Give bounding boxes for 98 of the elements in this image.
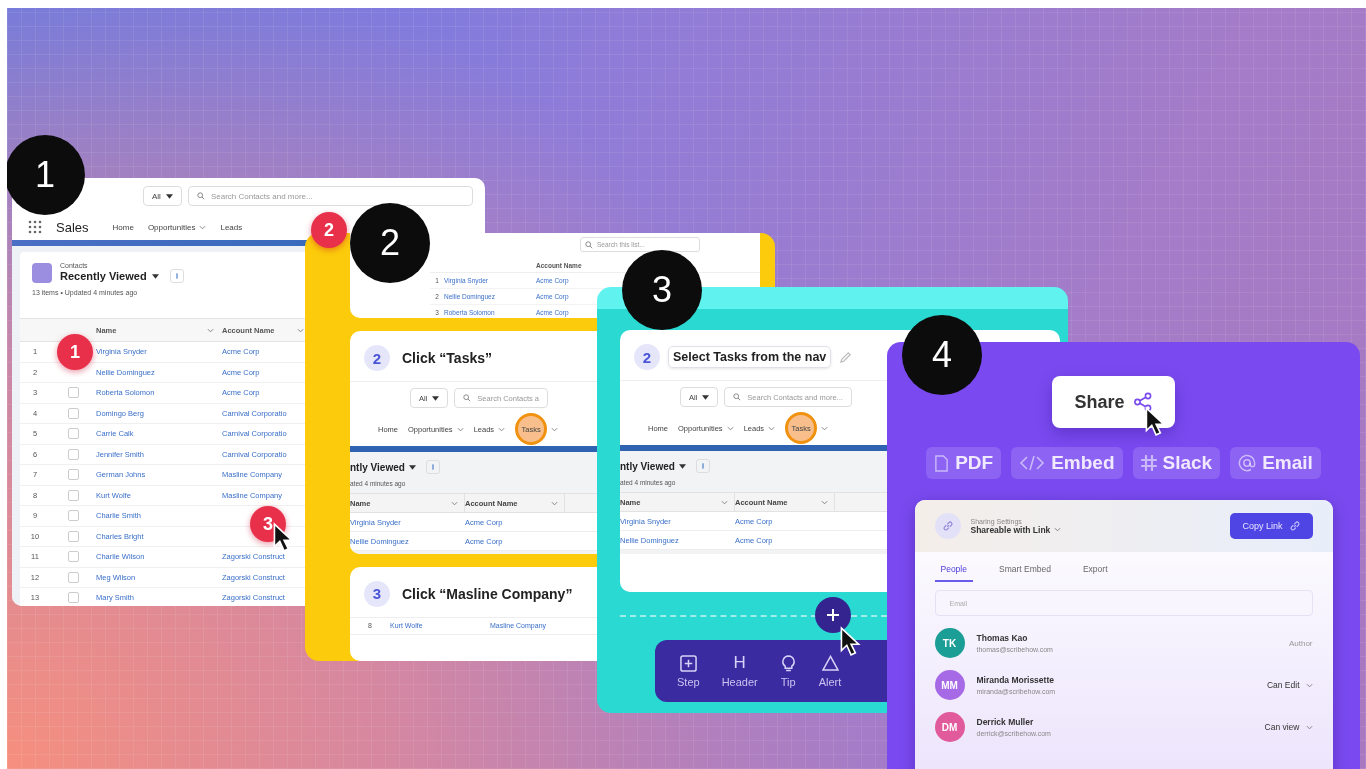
pin-icon (700, 463, 705, 469)
caret-icon (432, 395, 440, 401)
row-checkbox[interactable] (67, 448, 79, 460)
step-title: Click “Tasks” (402, 350, 492, 367)
toolbar-button[interactable]: H Header (721, 654, 758, 688)
warning-icon (821, 654, 839, 672)
nav-tab[interactable]: Home (112, 222, 134, 232)
pin-icon (174, 273, 179, 279)
person-name: Miranda Morissette (976, 675, 1055, 685)
role-label: Author (1288, 638, 1313, 648)
person-name: Derrick Muller (976, 717, 1035, 727)
add-button[interactable] (815, 597, 851, 633)
search-icon (585, 240, 593, 249)
caret-icon (702, 394, 710, 400)
step-title-field[interactable]: Select Tasks from the nav (668, 346, 832, 368)
row-checkbox[interactable] (67, 592, 79, 604)
panel-tab[interactable]: Smart Embed (992, 564, 1057, 582)
hash-icon (1140, 455, 1157, 471)
list-view-title[interactable]: Recently Viewed (60, 270, 147, 282)
chevron-icon (456, 426, 464, 432)
row-checkbox[interactable] (67, 407, 79, 419)
pin-button[interactable] (425, 460, 440, 475)
scope-dropdown[interactable]: All (143, 186, 182, 206)
export-option-button[interactable]: Embed (1011, 447, 1123, 479)
caret-icon (408, 464, 416, 470)
avatar: TK (934, 628, 965, 658)
toolbar-button[interactable]: Alert (818, 654, 842, 688)
code-icon (1019, 455, 1046, 471)
step-number: 3 (364, 580, 390, 607)
row-checkbox[interactable] (67, 489, 79, 501)
chevron-icon (1305, 682, 1313, 688)
share-icon (1132, 392, 1153, 412)
row-checkbox[interactable] (67, 571, 79, 583)
list-view-title[interactable]: ntly Viewed (350, 461, 405, 473)
chevron-icon (821, 499, 828, 505)
step-badge: 1 (7, 135, 85, 215)
access-dropdown[interactable]: Shareable with Link (970, 524, 1051, 535)
app-launcher-icon[interactable] (28, 220, 42, 234)
step-title: Click “Masline Company” (402, 585, 573, 602)
pin-button[interactable] (169, 269, 184, 283)
row-checkbox[interactable] (67, 469, 79, 481)
plus-square-icon (679, 654, 697, 672)
caret-icon (165, 193, 173, 199)
export-option-button[interactable]: Email (1230, 447, 1321, 479)
chevron-icon (821, 425, 829, 431)
share-button[interactable]: Share (1052, 376, 1175, 428)
chevron-icon (451, 500, 458, 506)
cursor-icon (839, 626, 861, 656)
panel-tab[interactable]: People (934, 564, 973, 582)
app-name: Sales (56, 219, 89, 235)
search-icon (463, 394, 472, 403)
caret-icon (151, 273, 159, 279)
role-dropdown[interactable]: Can Edit (1266, 680, 1313, 690)
chevron-icon (199, 224, 207, 230)
row-checkbox[interactable] (67, 510, 79, 522)
person-name: Thomas Kao (976, 633, 1029, 643)
pin-button[interactable] (695, 459, 710, 473)
toolbar-button[interactable]: Step (677, 654, 700, 688)
avatar: MM (934, 670, 965, 700)
search-icon (733, 393, 742, 401)
chevron-icon (768, 425, 776, 431)
pencil-icon[interactable] (839, 350, 853, 364)
plus-icon (826, 608, 840, 622)
step-number: 2 (634, 344, 660, 370)
chevron-icon (1054, 527, 1062, 532)
chevron-icon (1305, 724, 1313, 730)
link-icon (934, 513, 961, 539)
search-icon (196, 192, 205, 200)
nav-tab[interactable]: Leads (220, 222, 243, 232)
chevron-icon (207, 327, 214, 333)
chevron-icon (498, 426, 506, 432)
pin-icon (430, 464, 435, 471)
file-icon (934, 454, 950, 472)
at-sign-icon (1238, 454, 1257, 472)
row-checkbox[interactable] (67, 551, 79, 563)
panel-tab[interactable]: Export (1076, 564, 1114, 582)
chevron-icon (551, 426, 559, 432)
header-glyph: H (733, 654, 746, 672)
role-dropdown[interactable]: Can view (1264, 722, 1313, 732)
toolbar-button[interactable]: Tip (779, 654, 797, 688)
nav-tab[interactable]: Opportunities (147, 222, 196, 232)
export-option-button[interactable]: PDF (926, 447, 1002, 479)
chevron-icon (721, 499, 728, 505)
copy-link-button[interactable]: Copy Link (1230, 513, 1313, 539)
caret-icon (678, 463, 686, 469)
chevron-icon (726, 425, 734, 431)
export-option-button[interactable]: Slack (1132, 447, 1221, 479)
step-number: 2 (364, 345, 390, 372)
search-field[interactable]: Search Contacts and more... (187, 186, 473, 206)
link-icon (1288, 520, 1301, 532)
avatar: DM (934, 712, 965, 742)
row-checkbox[interactable] (67, 530, 79, 542)
chevron-icon (297, 327, 304, 333)
row-checkbox[interactable] (67, 387, 79, 399)
lightbulb-icon (779, 654, 797, 672)
list-view-title[interactable]: ntly Viewed (620, 460, 675, 472)
chevron-icon (551, 500, 558, 506)
row-checkbox[interactable] (67, 428, 79, 440)
